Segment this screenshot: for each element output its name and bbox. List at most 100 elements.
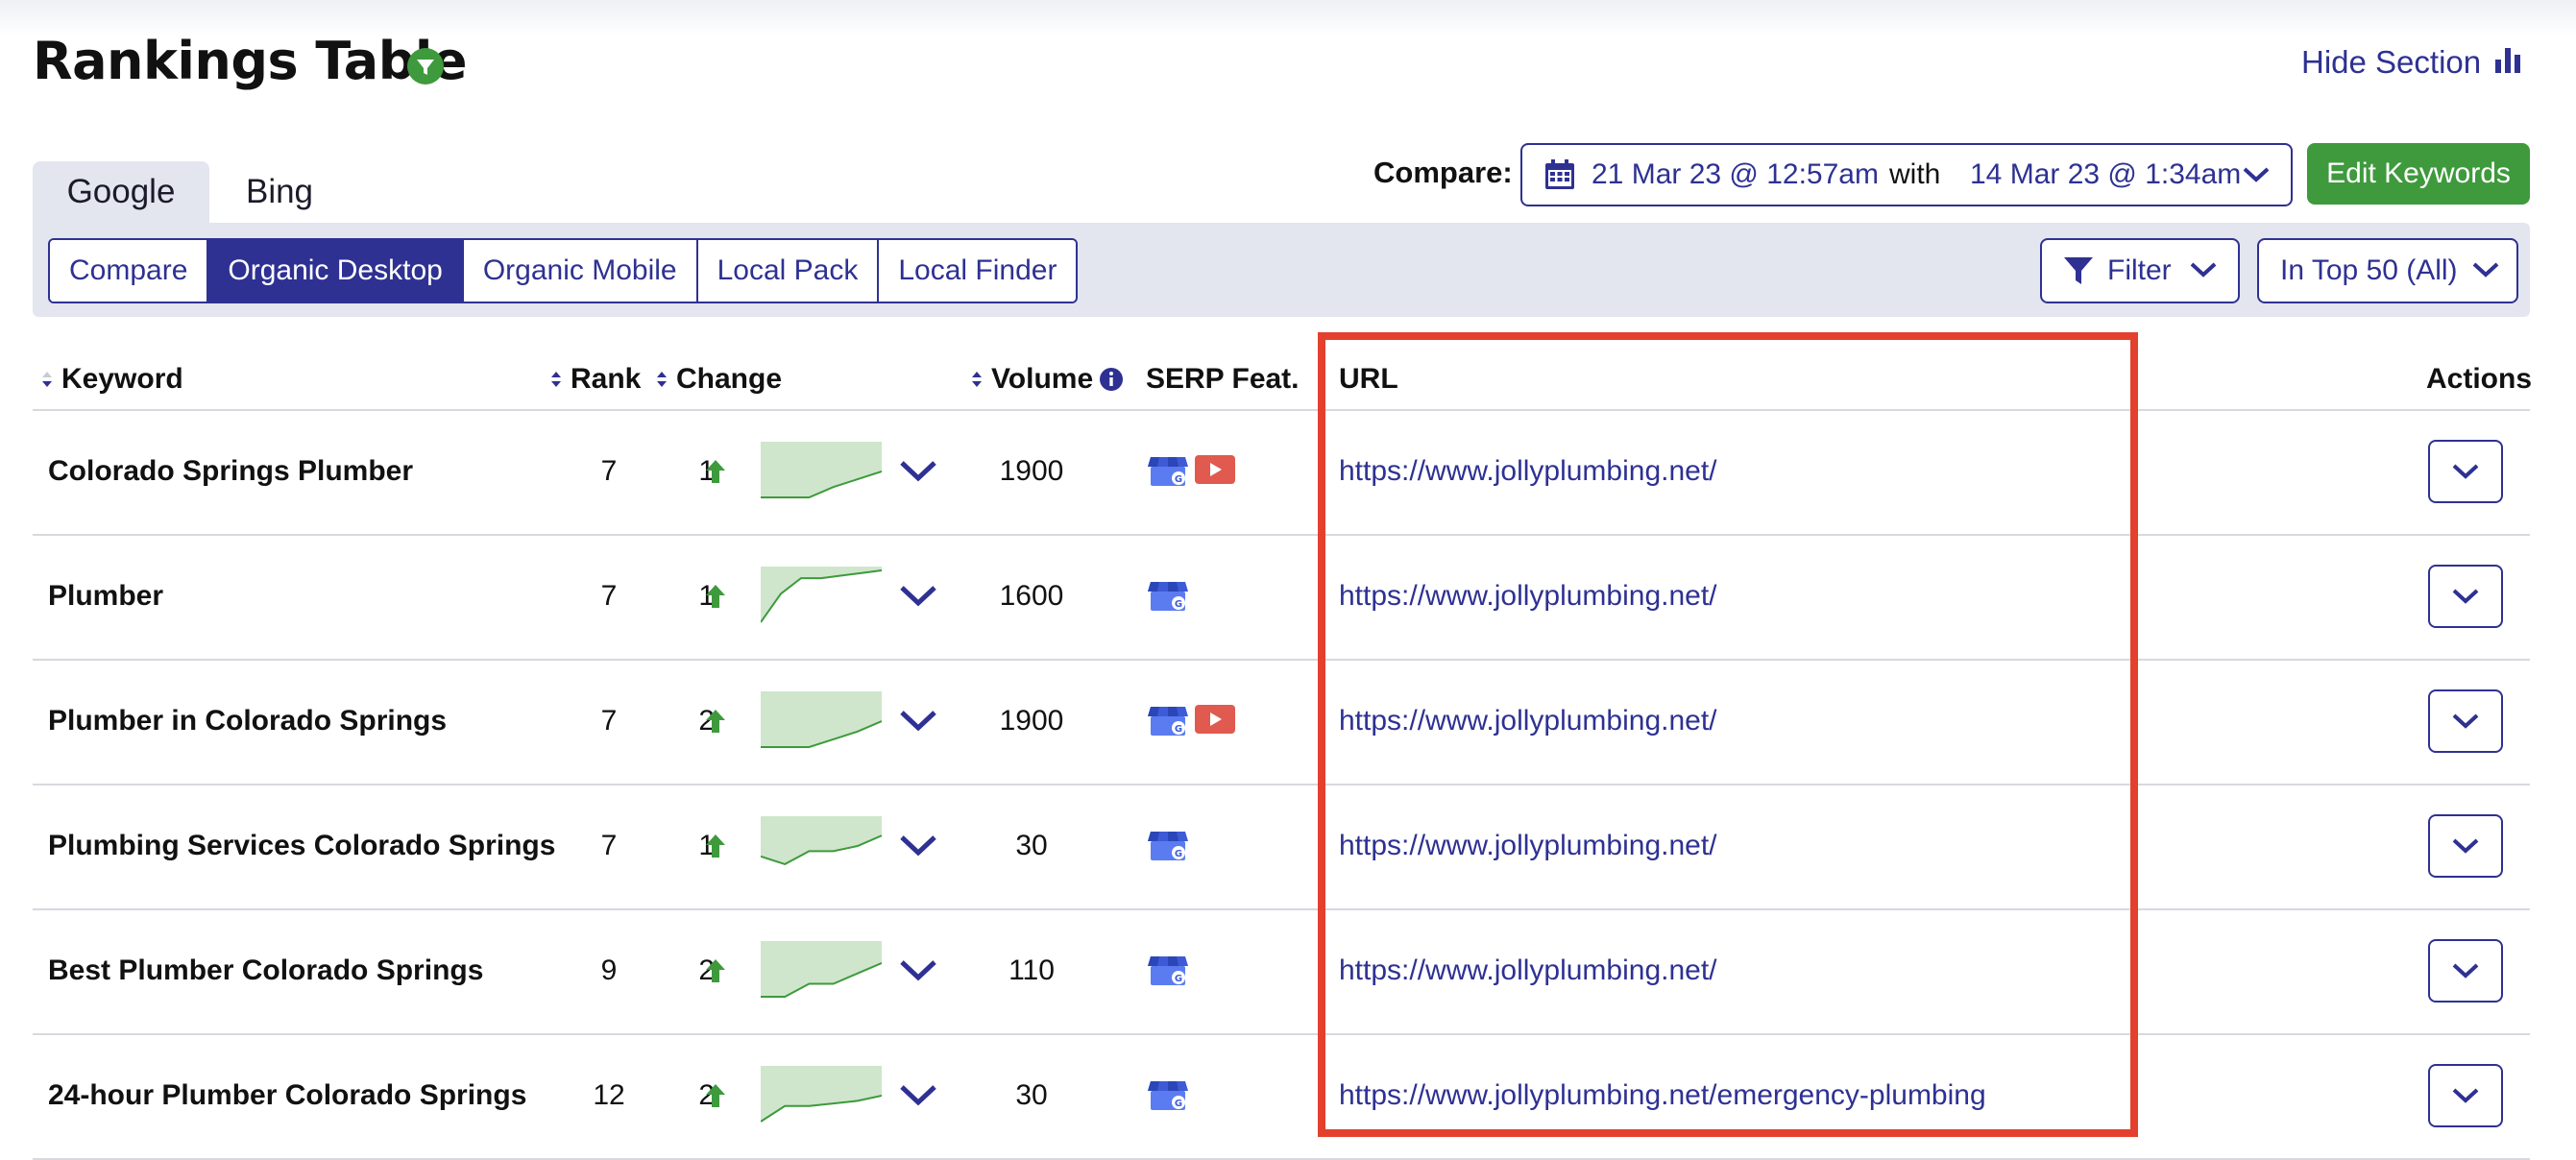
- volume-cell: 1600: [999, 580, 1064, 612]
- filter-badge-icon[interactable]: [407, 48, 444, 85]
- date-compare-dropdown[interactable]: 21 Mar 23 @ 12:57am with 14 Mar 23 @ 1:3…: [1520, 143, 2293, 206]
- sparkline-area: [761, 442, 882, 497]
- keyword-cell: 24-hour Plumber Colorado Springs: [48, 1079, 527, 1111]
- arrow-up-icon: [705, 958, 726, 988]
- hide-section-link[interactable]: Hide Section: [2301, 44, 2481, 81]
- expand-chevron-icon[interactable]: [899, 709, 937, 738]
- row-actions-button[interactable]: [2428, 689, 2503, 753]
- row-actions-button[interactable]: [2428, 814, 2503, 878]
- table-row: Colorado Springs Plumber 7 1 1900 G http…: [33, 411, 2530, 536]
- rank-range-dropdown[interactable]: In Top 50 (All): [2257, 238, 2518, 303]
- serp-features: G: [1147, 1079, 1189, 1117]
- serp-features: G: [1147, 955, 1189, 992]
- google-business-icon[interactable]: G: [1147, 580, 1189, 617]
- row-actions-button[interactable]: [2428, 939, 2503, 1003]
- chevron-down-icon: [2190, 261, 2217, 283]
- rank-range-label: In Top 50 (All): [2280, 254, 2458, 286]
- volume-cell: 30: [1015, 830, 1048, 861]
- column-header-actions: Actions: [2426, 363, 2533, 395]
- trend-sparkline: [761, 691, 883, 754]
- sparkline-area: [761, 816, 882, 864]
- segment-local-finder[interactable]: Local Finder: [879, 240, 1077, 302]
- expand-chevron-icon[interactable]: [899, 834, 937, 863]
- rank-cell: 9: [600, 955, 618, 986]
- row-actions-button[interactable]: [2428, 440, 2503, 503]
- google-business-icon[interactable]: G: [1147, 955, 1189, 992]
- table-row: Plumber in Colorado Springs 7 2 1900 G h…: [33, 661, 2530, 785]
- column-header-keyword[interactable]: Keyword: [61, 363, 183, 396]
- row-actions-button[interactable]: [2428, 1064, 2503, 1127]
- youtube-icon[interactable]: [1195, 455, 1235, 493]
- svg-text:G: G: [1175, 599, 1182, 610]
- segment-local-pack[interactable]: Local Pack: [697, 240, 880, 302]
- keyword-cell: Plumber in Colorado Springs: [48, 705, 448, 737]
- expand-chevron-icon[interactable]: [899, 459, 937, 489]
- column-header-change[interactable]: Change: [676, 363, 782, 396]
- sort-icon[interactable]: [970, 371, 984, 393]
- column-header-rank[interactable]: Rank: [571, 363, 641, 396]
- rank-cell: 7: [600, 455, 618, 487]
- serp-features: G: [1147, 705, 1235, 742]
- arrow-up-icon: [705, 584, 726, 614]
- rank-cell: 12: [593, 1079, 625, 1111]
- google-business-icon[interactable]: G: [1147, 830, 1189, 867]
- volume-cell: 30: [1015, 1079, 1048, 1111]
- table-row: 24-hour Plumber Colorado Springs 12 2 30…: [33, 1035, 2530, 1160]
- trend-sparkline: [761, 442, 883, 504]
- serp-features: G: [1147, 830, 1189, 867]
- tab-google[interactable]: Google: [33, 161, 209, 223]
- with-label: with: [1889, 158, 1941, 190]
- sparkline-chart: [760, 1066, 883, 1123]
- volume-cell: 1900: [999, 455, 1064, 487]
- column-header-serp: SERP Feat.: [1146, 363, 1300, 395]
- edit-keywords-button[interactable]: Edit Keywords: [2307, 143, 2530, 205]
- sparkline-chart: [761, 941, 883, 998]
- funnel-icon: [2063, 255, 2094, 291]
- rank-cell: 7: [600, 580, 618, 612]
- segment-organic-mobile[interactable]: Organic Mobile: [463, 240, 698, 302]
- sparkline-chart: [761, 442, 883, 498]
- column-header-volume[interactable]: Volume: [991, 363, 1093, 396]
- segment-compare[interactable]: Compare: [50, 240, 209, 302]
- table-row: Best Plumber Colorado Springs 9 2 110 G …: [33, 910, 2530, 1035]
- rank-cell: 7: [600, 705, 618, 737]
- row-actions-button[interactable]: [2428, 565, 2503, 628]
- view-segment-group: Compare Organic Desktop Organic Mobile L…: [48, 238, 1079, 303]
- rank-cell: 7: [600, 830, 618, 861]
- chevron-down-icon: [2243, 166, 2270, 188]
- sparkline-area: [761, 567, 882, 622]
- sort-icon[interactable]: [40, 371, 54, 393]
- tab-bing[interactable]: Bing: [217, 161, 342, 223]
- keyword-cell: Colorado Springs Plumber: [48, 455, 414, 487]
- keyword-cell: Plumbing Services Colorado Springs: [48, 830, 556, 861]
- expand-chevron-icon[interactable]: [899, 958, 937, 988]
- sort-icon[interactable]: [655, 371, 668, 393]
- volume-cell: 110: [1009, 955, 1055, 986]
- svg-text:G: G: [1175, 849, 1182, 859]
- info-icon[interactable]: [1099, 367, 1124, 397]
- sort-icon[interactable]: [549, 371, 563, 393]
- serp-features: G: [1147, 580, 1189, 617]
- google-business-icon[interactable]: G: [1147, 705, 1189, 742]
- sparkline-chart: [760, 567, 883, 623]
- volume-cell: 1900: [999, 705, 1064, 737]
- expand-chevron-icon[interactable]: [899, 584, 937, 614]
- trend-sparkline: [760, 1066, 883, 1128]
- expand-chevron-icon[interactable]: [899, 1083, 937, 1113]
- svg-text:G: G: [1175, 724, 1182, 735]
- youtube-icon[interactable]: [1195, 705, 1235, 742]
- url-column-highlight: [1318, 332, 2138, 1137]
- filter-button[interactable]: Filter: [2040, 238, 2240, 303]
- arrow-up-icon: [705, 709, 726, 738]
- table-row: Plumber 7 1 1600 G https://www.jollyplum…: [33, 536, 2530, 661]
- bar-chart-icon[interactable]: [2493, 46, 2522, 80]
- trend-sparkline: [761, 941, 883, 1003]
- compare-label: Compare:: [1373, 156, 1513, 189]
- sparkline-area: [761, 691, 882, 747]
- filter-label: Filter: [2107, 254, 2172, 286]
- calendar-icon: [1543, 158, 1576, 196]
- segment-organic-desktop[interactable]: Organic Desktop: [208, 240, 464, 302]
- trend-sparkline: [760, 816, 883, 879]
- google-business-icon[interactable]: G: [1147, 1079, 1189, 1117]
- google-business-icon[interactable]: G: [1147, 455, 1189, 493]
